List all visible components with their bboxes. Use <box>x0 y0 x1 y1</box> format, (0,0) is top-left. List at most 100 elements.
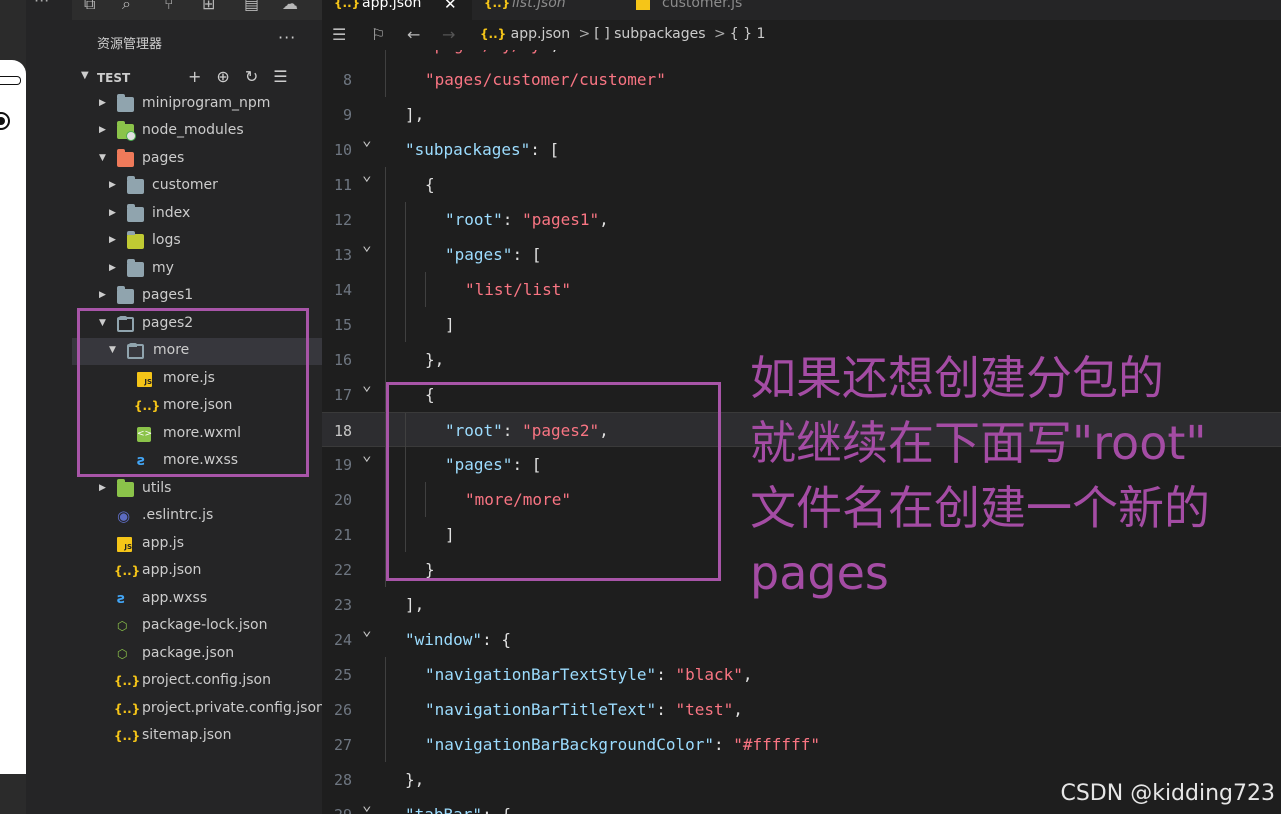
code-text: "subpackages": [ <box>405 140 560 159</box>
explorer-title: 资源管理器 <box>97 37 163 52</box>
utils-folder-icon <box>117 479 134 497</box>
tree-item-app-json[interactable]: {..} app.json <box>72 558 322 585</box>
collapse-icon[interactable]: ☰ <box>273 67 302 86</box>
code-line[interactable]: 27 "navigationBarBackgroundColor": "#ffff… <box>322 727 1281 762</box>
forward-arrow-icon[interactable]: → <box>442 25 455 44</box>
indent-guide <box>385 657 386 692</box>
tree-item-label: project.config.json <box>142 672 271 688</box>
fold-chevron-icon[interactable]: ⌄ <box>362 620 372 639</box>
indent-guide <box>385 237 386 272</box>
chevron-right-icon: ▶ <box>99 290 106 300</box>
code-line[interactable]: 10 ⌄ "subpackages": [ <box>322 130 1281 167</box>
line-number: 24 <box>333 631 352 649</box>
tree-item-miniprogram-npm[interactable]: ▶ miniprogram_npm <box>72 91 322 118</box>
tree-item-index[interactable]: ▶ index <box>72 201 322 228</box>
tree-item-node-modules[interactable]: ▶ node_modules <box>72 118 322 145</box>
breadcrumb-object[interactable]: { } 1 <box>730 26 766 42</box>
node-file-icon: ⬡ <box>117 619 128 633</box>
code-text: "list/list" <box>465 280 571 299</box>
code-text: "navigationBarBackgroundColor": "#ffffff… <box>425 735 820 754</box>
files-icon[interactable]: ⧉ <box>84 0 95 14</box>
indent-guide <box>385 307 386 342</box>
fold-chevron-icon[interactable]: ⌄ <box>362 165 372 184</box>
fold-chevron-icon[interactable]: ⌄ <box>362 130 372 149</box>
code-text: ], <box>405 105 425 124</box>
debug-icon[interactable]: ▤ <box>244 0 259 13</box>
breadcrumb-subpackages[interactable]: [ ] subpackages <box>594 26 705 42</box>
tree-item-app-js[interactable]: JS app.js <box>72 531 322 558</box>
new-file-icon[interactable]: + <box>188 67 216 86</box>
code-line[interactable]: 9], <box>322 97 1281 132</box>
code-line[interactable]: 8 "pages/customer/customer" <box>322 62 1281 97</box>
indent-guide <box>385 62 386 97</box>
tab-list-json[interactable]: {..} list.json <box>472 0 622 20</box>
code-line[interactable]: 12 "root": "pages1", <box>322 202 1281 237</box>
explorer-more-icon[interactable]: ··· <box>278 28 296 47</box>
fold-chevron-icon[interactable]: ⌄ <box>362 235 372 254</box>
chevron-right-icon: ▶ <box>99 98 106 108</box>
code-text: }, <box>405 770 425 789</box>
chevron-right-icon: ▶ <box>109 180 116 190</box>
source-control-icon[interactable]: ⑂ <box>164 0 174 13</box>
tree-item-customer[interactable]: ▶ customer <box>72 173 322 200</box>
logs-folder-icon <box>127 231 144 249</box>
tab-app-json[interactable]: {..} app.json ✕ <box>322 0 472 20</box>
tree-item-project-private-config[interactable]: {..} project.private.config.json <box>72 696 325 723</box>
fold-chevron-icon[interactable]: ⌄ <box>362 445 372 464</box>
folder-icon <box>127 204 144 222</box>
back-arrow-icon[interactable]: ← <box>407 25 420 44</box>
code-line[interactable]: 26 "navigationBarTitleText": "test", <box>322 692 1281 727</box>
phone-preview <box>0 60 26 774</box>
tree-item-label: logs <box>152 232 181 248</box>
activity-bar: ··· <box>26 0 73 814</box>
new-folder-icon[interactable]: ⊕ <box>216 67 244 86</box>
workspace-section-header[interactable]: ▼ TEST +⊕↻☰ <box>72 66 322 90</box>
indent-guide <box>385 50 386 62</box>
line-number: 18 <box>333 422 352 440</box>
code-line[interactable]: 15] <box>322 307 1281 342</box>
tree-item-label: miniprogram_npm <box>142 95 271 111</box>
tree-item-pages[interactable]: ▼ pages <box>72 146 322 173</box>
fold-chevron-icon[interactable]: ⌄ <box>362 795 372 814</box>
code-highlight-box <box>386 382 721 581</box>
js-file-icon: JS <box>117 537 132 552</box>
tree-item-sitemap[interactable]: {..} sitemap.json <box>72 723 322 750</box>
indent-guide <box>405 272 406 307</box>
code-line[interactable]: 13 ⌄ "pages": [ <box>322 235 1281 272</box>
tree-item-label: node_modules <box>142 122 244 138</box>
json-file-icon: {..} <box>484 0 511 10</box>
bookmark-icon[interactable]: ⚐ <box>371 25 385 44</box>
code-line[interactable]: 14 "list/list" <box>322 272 1281 307</box>
code-line[interactable]: 24 ⌄ "window": { <box>322 620 1281 657</box>
code-line[interactable]: 7 "pages/my/my", <box>322 50 1281 62</box>
folder-icon <box>117 94 134 112</box>
tree-item-label: package-lock.json <box>142 617 268 633</box>
list-icon[interactable]: ☰ <box>332 25 346 44</box>
more-icon[interactable]: ··· <box>34 0 49 10</box>
breadcrumb-file[interactable]: app.json <box>511 26 570 42</box>
tree-item-label: pages <box>142 150 185 166</box>
tab-label: list.json <box>512 0 566 11</box>
tree-item-app-wxss[interactable]: ƨ app.wxss <box>72 586 322 613</box>
search-icon[interactable]: ⌕ <box>122 0 131 14</box>
tree-item-project-config[interactable]: {..} project.config.json <box>72 668 322 695</box>
tree-item-package-lock[interactable]: ⬡ package-lock.json <box>72 613 322 640</box>
tree-item-package-json[interactable]: ⬡ package.json <box>72 641 322 668</box>
close-icon[interactable]: ✕ <box>444 0 457 13</box>
cloud-icon[interactable]: ☁ <box>282 0 298 13</box>
record-icon[interactable] <box>0 112 10 130</box>
tree-item-utils[interactable]: ▶ utils <box>72 476 322 503</box>
tab-customer-js[interactable]: customer.js <box>622 0 782 20</box>
tree-item-my[interactable]: ▶ my <box>72 256 322 283</box>
fold-chevron-icon[interactable]: ⌄ <box>362 375 372 394</box>
code-text: "navigationBarTitleText": "test", <box>425 700 743 719</box>
indent-guide <box>405 237 406 272</box>
refresh-icon[interactable]: ↻ <box>245 67 273 86</box>
tree-item-logs[interactable]: ▶ logs <box>72 228 322 255</box>
tree-item-eslintrc[interactable]: ◉ .eslintrc.js <box>72 503 322 530</box>
extensions-icon[interactable]: ⊞ <box>202 0 215 13</box>
code-line[interactable]: 11 ⌄ { <box>322 165 1281 202</box>
tree-item-label: my <box>152 260 174 276</box>
tree-item-pages1[interactable]: ▶ pages1 <box>72 283 322 310</box>
code-line[interactable]: 25 "navigationBarTextStyle": "black", <box>322 657 1281 692</box>
